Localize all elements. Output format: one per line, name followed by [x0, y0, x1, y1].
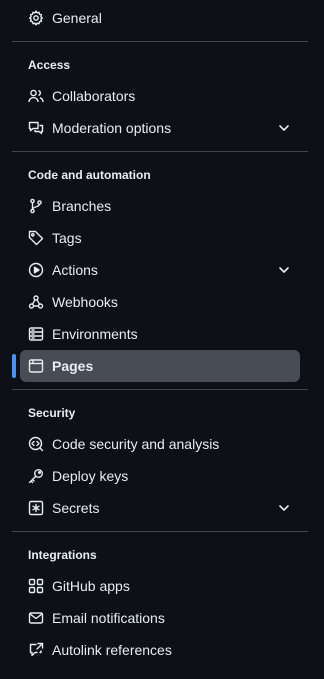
section-heading-access: Access — [28, 58, 71, 72]
sidebar-item-pages[interactable]: Pages — [20, 350, 300, 382]
section-heading-code-and-automation: Code and automation — [28, 168, 151, 182]
tag-icon — [28, 230, 44, 246]
section-heading-security: Security — [28, 406, 76, 420]
browser-icon — [28, 358, 44, 374]
sidebar-item-webhooks[interactable]: Webhooks — [20, 286, 300, 318]
sidebar-item-label: Pages — [52, 358, 94, 374]
sidebar-item-label: Branches — [52, 198, 112, 214]
sidebar-item-label: Autolink references — [52, 642, 172, 658]
sidebar-item-moderation-options[interactable]: Moderation options — [20, 112, 300, 144]
sidebar-item-email-notifications[interactable]: Email notifications — [20, 602, 300, 634]
sidebar-item-label: Code security and analysis — [52, 436, 220, 452]
settings-sidebar: General Access Collaborators Moderation … — [0, 0, 324, 679]
divider — [12, 151, 308, 152]
codescan-icon — [28, 436, 44, 452]
sidebar-item-label: Email notifications — [52, 610, 165, 626]
gear-icon — [28, 10, 44, 26]
sidebar-item-label: Webhooks — [52, 294, 118, 310]
server-icon — [28, 326, 44, 342]
cross-reference-icon — [28, 642, 44, 658]
chevron-down-icon[interactable] — [278, 264, 290, 276]
sidebar-item-secrets[interactable]: Secrets — [20, 492, 300, 524]
key-icon — [28, 468, 44, 484]
people-icon — [28, 88, 44, 104]
sidebar-item-environments[interactable]: Environments — [20, 318, 300, 350]
sidebar-item-branches[interactable]: Branches — [20, 190, 300, 222]
divider — [12, 389, 308, 390]
sidebar-item-general[interactable]: General — [20, 2, 300, 34]
active-indicator — [12, 354, 16, 378]
sidebar-item-deploy-keys[interactable]: Deploy keys — [20, 460, 300, 492]
sidebar-item-github-apps[interactable]: GitHub apps — [20, 570, 300, 602]
play-icon — [28, 262, 44, 278]
sidebar-item-code-security[interactable]: Code security and analysis — [20, 428, 300, 460]
sidebar-item-label: Tags — [52, 230, 82, 246]
sidebar-item-label: Secrets — [52, 500, 100, 516]
sidebar-item-autolink-references[interactable]: Autolink references — [20, 634, 300, 666]
key-asterisk-icon — [28, 500, 44, 516]
mail-icon — [28, 610, 44, 626]
sidebar-item-label: Environments — [52, 326, 138, 342]
divider — [12, 531, 308, 532]
comment-discussion-icon — [28, 120, 44, 136]
section-heading-integrations: Integrations — [28, 548, 97, 562]
sidebar-item-tags[interactable]: Tags — [20, 222, 300, 254]
sidebar-item-label: General — [52, 10, 102, 26]
sidebar-item-actions[interactable]: Actions — [20, 254, 300, 286]
chevron-down-icon[interactable] — [278, 122, 290, 134]
chevron-down-icon[interactable] — [278, 502, 290, 514]
sidebar-item-label: Actions — [52, 262, 98, 278]
sidebar-item-label: Deploy keys — [52, 468, 129, 484]
sidebar-item-label: Moderation options — [52, 120, 172, 136]
divider — [12, 41, 308, 42]
git-branch-icon — [28, 198, 44, 214]
sidebar-item-label: GitHub apps — [52, 578, 130, 594]
sidebar-item-label: Collaborators — [52, 88, 136, 104]
webhook-icon — [28, 294, 44, 310]
sidebar-item-collaborators[interactable]: Collaborators — [20, 80, 300, 112]
apps-icon — [28, 578, 44, 594]
